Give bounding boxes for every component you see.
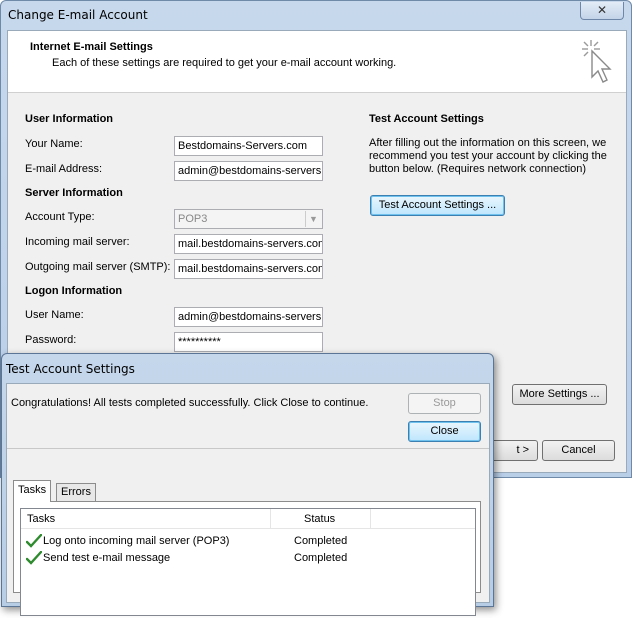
task-name: Send test e-mail message — [43, 552, 171, 564]
account-type-label: Account Type: — [25, 211, 95, 223]
column-header-status[interactable]: Status — [271, 509, 371, 529]
success-message: Congratulations! All tests completed suc… — [11, 397, 369, 409]
header-title: Internet E-mail Settings — [30, 41, 153, 53]
close-button[interactable]: Close — [408, 421, 481, 442]
test-description-line1: After filling out the information on thi… — [369, 137, 607, 149]
task-status: Completed — [294, 535, 348, 547]
email-address-label: E-mail Address: — [25, 163, 103, 175]
column-header-tasks[interactable]: Tasks — [21, 509, 271, 529]
test-description-line3: button below. (Requires network connecti… — [369, 163, 587, 175]
tasks-tab-panel: Tasks Status Log onto incoming mail serv… — [13, 501, 481, 616]
header-subtitle: Each of these settings are required to g… — [52, 57, 397, 69]
more-settings-button[interactable]: More Settings ... — [512, 384, 607, 405]
window-title: Change E-mail Account — [8, 8, 148, 22]
outgoing-server-input[interactable]: mail.bestdomains-servers.com — [174, 259, 323, 279]
account-type-value: POP3 — [178, 213, 208, 225]
checkmark-icon — [26, 534, 42, 548]
divider — [7, 448, 489, 449]
test-account-settings-dialog: Test Account Settings Congratulations! A… — [1, 353, 494, 616]
account-type-select: POP3 ▼ — [174, 209, 323, 229]
email-address-input[interactable]: admin@bestdomains-servers.com — [174, 161, 323, 181]
tab-tasks[interactable]: Tasks — [13, 480, 52, 502]
stop-button[interactable]: Stop — [408, 393, 481, 414]
task-row: Log onto incoming mail server (POP3) Com… — [21, 533, 475, 550]
task-row: Send test e-mail message Completed — [21, 550, 475, 567]
test-account-settings-button[interactable]: Test Account Settings ... — [370, 195, 505, 216]
cancel-button[interactable]: Cancel — [542, 440, 615, 461]
user-name-input[interactable]: admin@bestdomains-servers.com — [174, 307, 323, 327]
server-information-heading: Server Information — [25, 187, 123, 199]
dialog-client-area: Congratulations! All tests completed suc… — [6, 383, 490, 616]
test-account-settings-heading: Test Account Settings — [369, 113, 484, 125]
close-window-button[interactable]: ✕ — [580, 2, 624, 20]
task-status: Completed — [294, 552, 348, 564]
cursor-sparkle-icon — [582, 40, 612, 83]
header-band: Internet E-mail Settings Each of these s… — [8, 31, 626, 93]
tasks-list[interactable]: Tasks Status Log onto incoming mail serv… — [20, 508, 476, 616]
outgoing-server-label: Outgoing mail server (SMTP): — [25, 261, 171, 273]
tab-errors[interactable]: Errors — [56, 483, 96, 501]
your-name-input[interactable]: Bestdomains-Servers.com — [174, 136, 323, 156]
password-input[interactable]: ********** — [174, 332, 323, 352]
user-information-heading: User Information — [25, 113, 114, 125]
incoming-server-label: Incoming mail server: — [25, 236, 130, 248]
dialog-title: Test Account Settings — [6, 362, 135, 376]
checkmark-icon — [26, 551, 42, 565]
logon-information-heading: Logon Information — [25, 285, 123, 297]
task-name: Log onto incoming mail server (POP3) — [43, 535, 230, 547]
incoming-server-input[interactable]: mail.bestdomains-servers.com — [174, 234, 323, 254]
tasks-list-header: Tasks Status — [21, 509, 475, 529]
your-name-label: Your Name: — [25, 138, 83, 150]
test-description-line2: recommend you test your account by click… — [369, 150, 607, 162]
user-name-label: User Name: — [25, 309, 84, 321]
password-label: Password: — [25, 334, 77, 346]
close-icon: ✕ — [596, 3, 608, 17]
chevron-down-icon: ▼ — [305, 211, 321, 227]
